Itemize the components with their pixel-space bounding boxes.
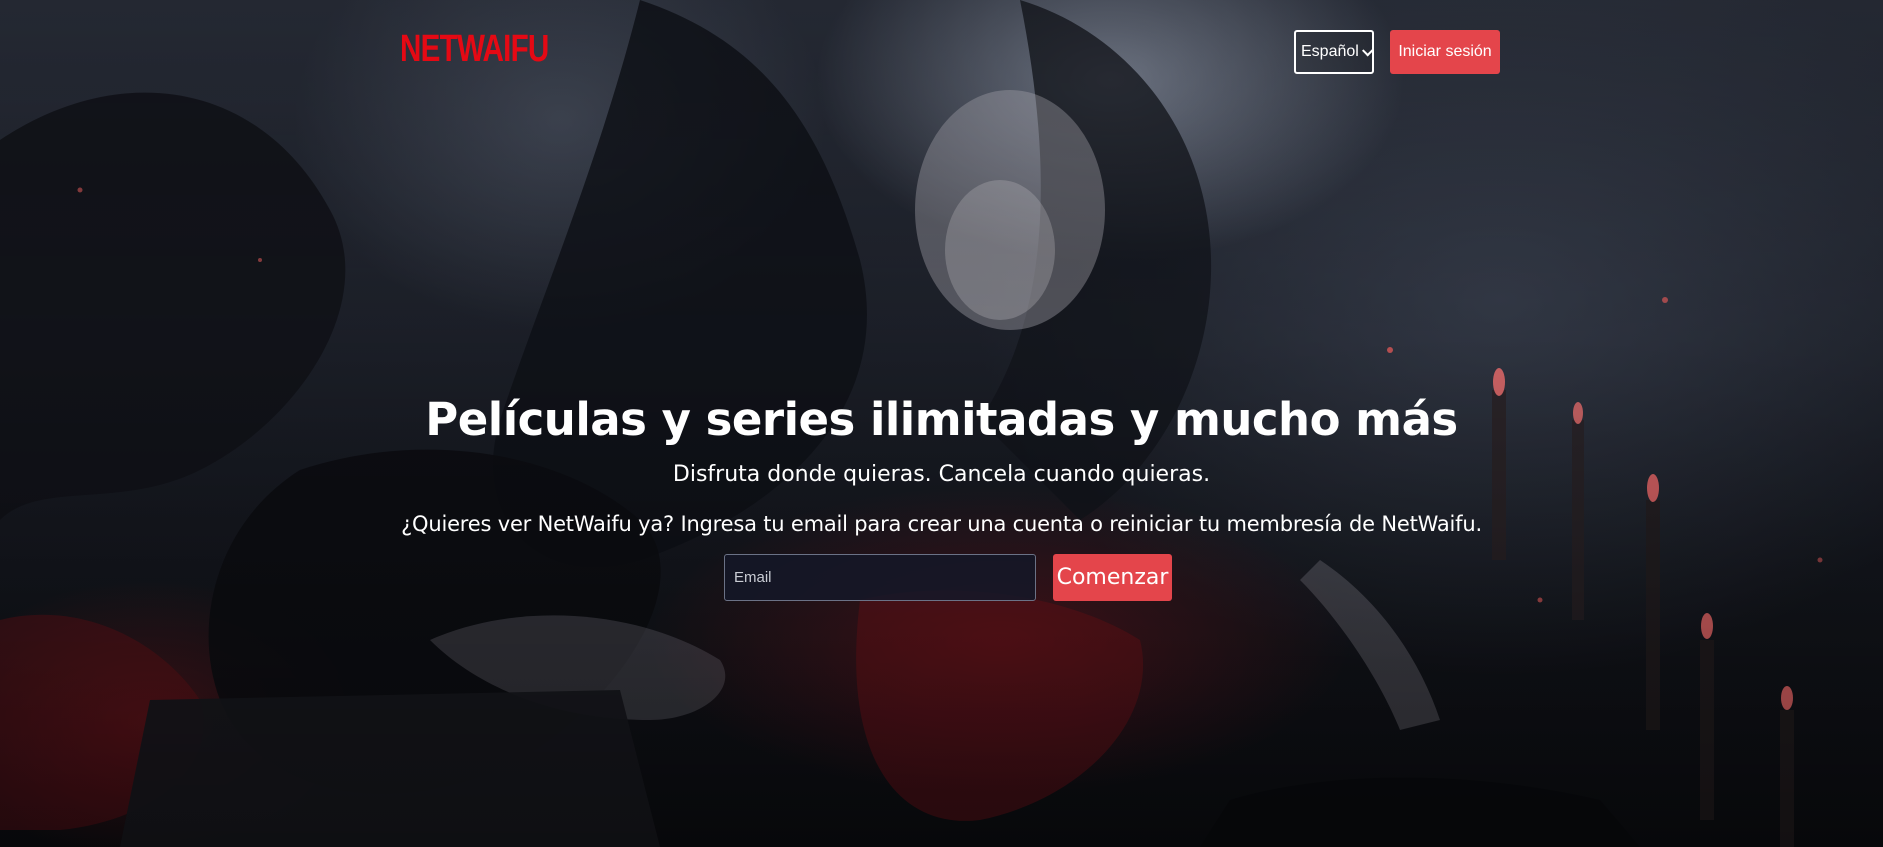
language-select-value: Español [1301, 43, 1359, 60]
start-button[interactable]: Comenzar [1053, 554, 1172, 601]
hero-section: NETWAIFU Español Iniciar sesión Película… [0, 0, 1883, 847]
cta-text: ¿Quieres ver NetWaifu ya? Ingresa tu ema… [401, 512, 1482, 536]
chevron-down-icon [1361, 43, 1374, 57]
signin-button[interactable]: Iniciar sesión [1390, 30, 1500, 74]
logo[interactable]: NETWAIFU [400, 30, 549, 68]
hero-title: Películas y series ilimitadas y mucho má… [425, 393, 1458, 446]
language-select[interactable]: Español [1294, 30, 1374, 74]
email-input[interactable] [724, 554, 1036, 601]
hero-subtitle: Disfruta donde quieras. Cancela cuando q… [672, 462, 1211, 487]
